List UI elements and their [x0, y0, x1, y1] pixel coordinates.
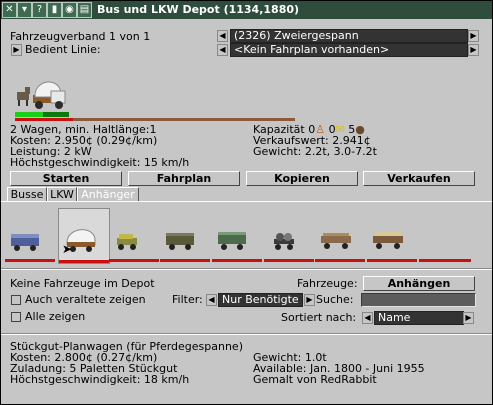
filter-select[interactable]: Nur Benötigte — [218, 293, 303, 307]
suche-input[interactable] — [361, 293, 476, 307]
filter-prev-arrow-icon[interactable]: ◀ — [206, 294, 217, 306]
eye-icon[interactable]: ◉ — [62, 2, 77, 18]
vehicle-bar — [367, 259, 417, 262]
sort-next-arrow-icon[interactable]: ▶ — [463, 312, 474, 324]
vehicle-slot-cart-barrels[interactable] — [264, 208, 314, 262]
line-next-arrow-icon[interactable]: ▶ — [468, 44, 479, 56]
vehicle-gemalt: Gemalt von RedRabbit — [253, 373, 377, 386]
anhaengen-button[interactable]: Anhängen — [363, 276, 475, 291]
alle-zeigen-label: Alle zeigen — [25, 310, 86, 323]
suche-label: Suche: — [316, 293, 354, 306]
divider — [1, 268, 492, 270]
mouse-cursor-icon: ➤ — [62, 242, 73, 256]
depot-status-text: Keine Fahrzeuge im Depot — [10, 277, 155, 290]
filter-label: Filter: — [172, 293, 203, 306]
line-prev-arrow-icon[interactable]: ◀ — [217, 44, 228, 56]
bedient-linie-label: Bedient Linie: — [25, 43, 101, 56]
vehicle-slot-green-wagon[interactable] — [212, 208, 262, 262]
sort-prev-arrow-icon[interactable]: ◀ — [362, 312, 373, 324]
convoy-next-arrow-icon[interactable]: ▶ — [468, 30, 479, 42]
veraltete-label: Auch veraltete zeigen — [25, 293, 146, 306]
vehicle-slot-covered-wagon-selected[interactable]: ➤ — [58, 208, 110, 264]
vehicle-bar — [212, 259, 262, 262]
vehicle-slot-log-cart[interactable] — [315, 208, 365, 262]
title-bar: ✕ ▾ ? ▮ ◉ ▤ Bus und LKW Depot (1134,1880… — [1, 1, 492, 19]
vehicle-slot-goods-cart[interactable] — [367, 208, 417, 262]
tab-anhaenger[interactable]: Anhänger — [77, 187, 139, 201]
pin-icon[interactable]: ▮ — [47, 2, 62, 18]
tab-busse[interactable]: Busse — [7, 187, 47, 201]
depot-window: ✕ ▾ ? ▮ ◉ ▤ Bus und LKW Depot (1134,1880… — [0, 0, 493, 405]
convoy-prev-arrow-icon[interactable]: ◀ — [217, 30, 228, 42]
help-icon[interactable]: ? — [32, 2, 47, 18]
vehicle-bar — [109, 259, 159, 262]
verkaufen-button[interactable]: Verkaufen — [363, 171, 475, 186]
tab-lkw[interactable]: LKW — [47, 187, 77, 201]
convoy-red-bar — [15, 118, 73, 121]
sort-select[interactable]: Name — [374, 311, 464, 325]
vehicle-bar — [315, 259, 365, 262]
line-select[interactable]: <Kein Fahrplan vorhanden> — [230, 43, 468, 57]
collapse-icon[interactable]: ▾ — [17, 2, 32, 18]
vehicle-bar — [5, 259, 55, 262]
alle-zeigen-checkbox[interactable] — [11, 312, 21, 322]
load-bar-empty — [43, 112, 69, 117]
line-expand-arrow-icon[interactable]: ▶ — [11, 44, 22, 56]
vehicle-bar — [264, 259, 314, 262]
vehicle-hoechst: Höchstgeschwindigkeit: 18 km/h — [10, 373, 190, 386]
load-bar-filled — [15, 112, 43, 117]
starten-button[interactable]: Starten — [10, 171, 122, 186]
window-title: Bus und LKW Depot (1134,1880) — [97, 3, 300, 16]
kopieren-button[interactable]: Kopieren — [246, 171, 358, 186]
vehicle-bar — [160, 259, 210, 262]
convoy-vehicle-image[interactable] — [15, 75, 77, 115]
vehicle-bar-end — [419, 259, 471, 262]
fahrzeuge-label: Fahrzeuge: — [297, 277, 358, 290]
close-icon[interactable]: ✕ — [2, 2, 17, 18]
gewicht-info: Gewicht: 2.2t, 3.0-7.2t — [253, 145, 377, 158]
veraltete-checkbox[interactable] — [11, 295, 21, 305]
sortiert-label: Sortiert nach: — [281, 311, 357, 324]
vehicle-slot-dark-wagon[interactable] — [160, 208, 210, 262]
divider — [1, 333, 492, 335]
vehicle-slot-blue-wagon[interactable] — [5, 208, 55, 262]
convoy-select[interactable]: (2326) Zweiergespann — [230, 29, 468, 43]
vehicle-bar — [59, 260, 109, 263]
convoy-length-bar — [73, 118, 295, 121]
goto-icon[interactable]: ▤ — [77, 2, 92, 18]
filter-next-arrow-icon[interactable]: ▶ — [304, 294, 315, 306]
fahrzeugverband-label: Fahrzeugverband 1 von 1 — [10, 30, 151, 43]
fahrplan-button[interactable]: Fahrplan — [128, 171, 240, 186]
vehicle-slot-hay-cart[interactable] — [109, 208, 159, 262]
tab-underline — [1, 201, 492, 202]
hoechst-info: Höchstgeschwindigkeit: 15 km/h — [10, 156, 190, 169]
